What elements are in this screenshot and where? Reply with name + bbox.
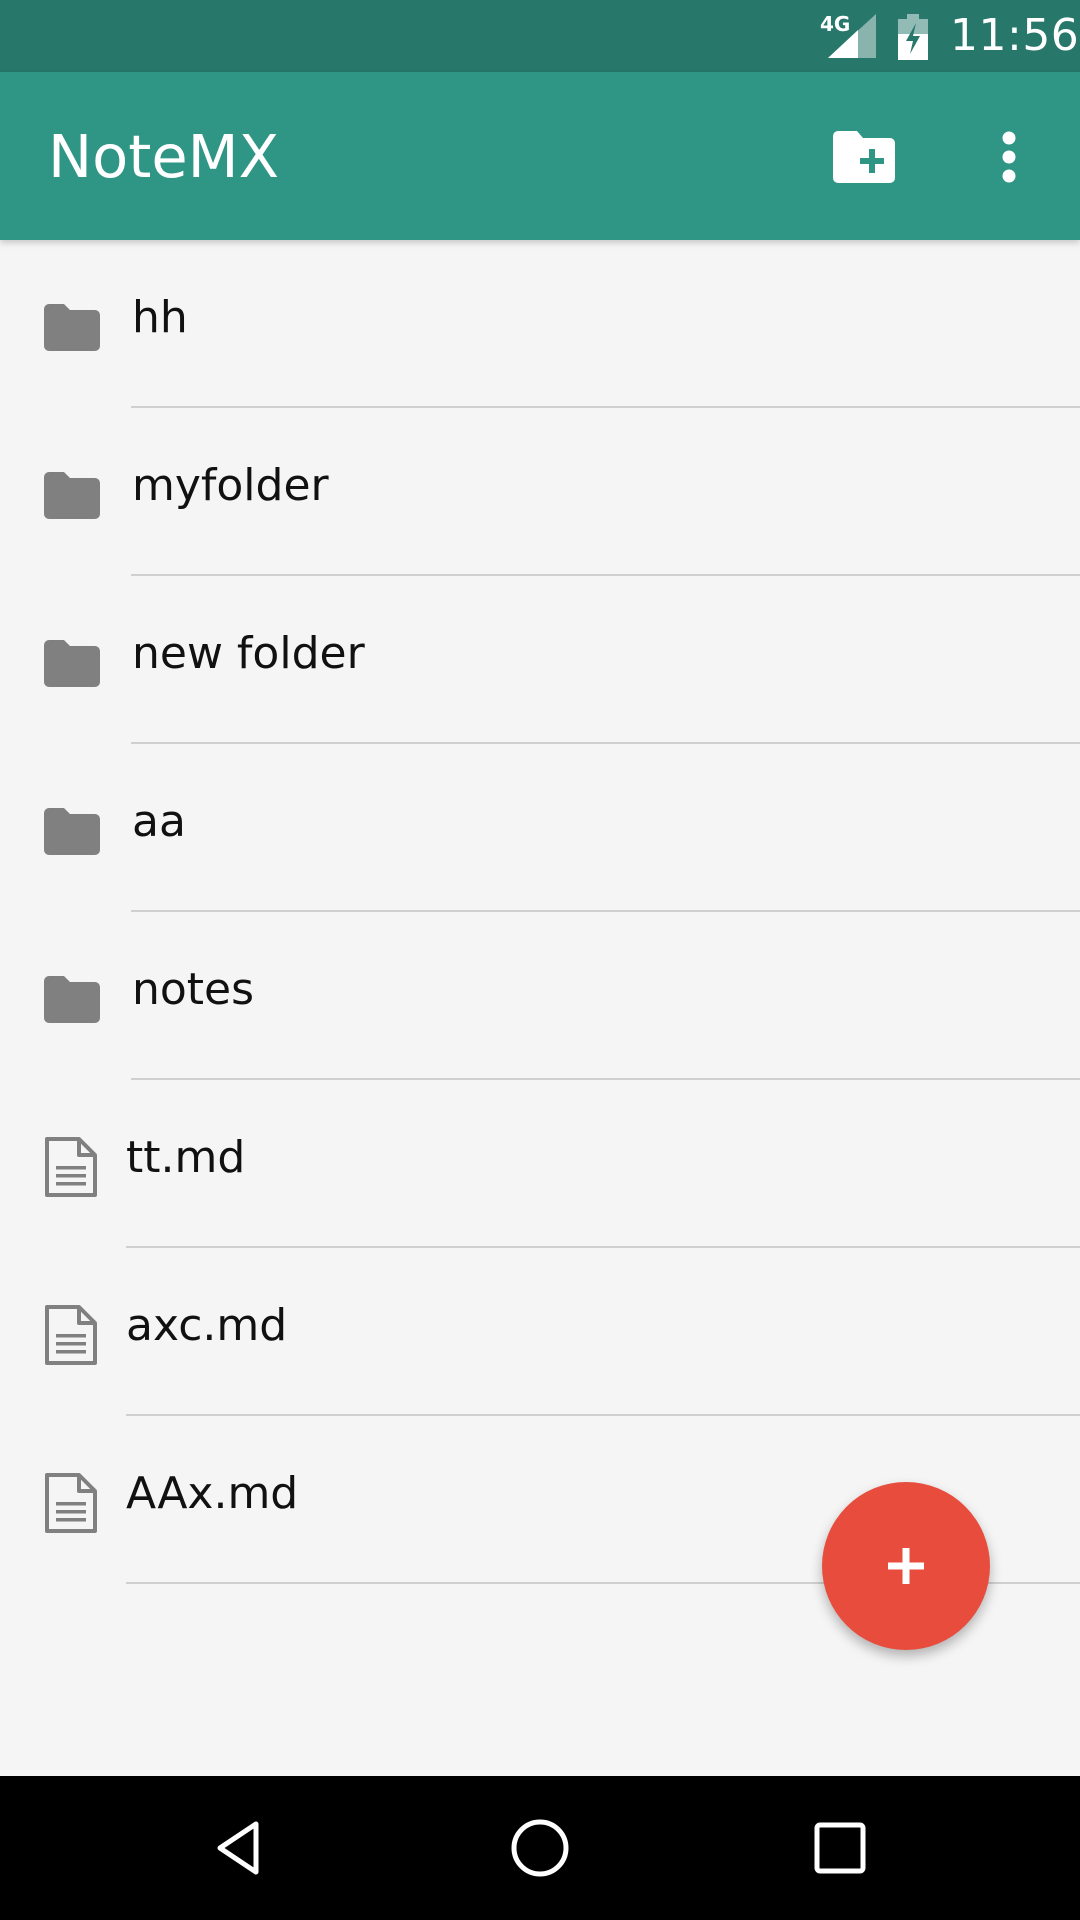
recents-square-icon (814, 1822, 866, 1874)
item-name: hh (132, 292, 188, 343)
more-options-button[interactable] (964, 112, 1054, 202)
home-button[interactable] (490, 1798, 590, 1898)
item-name: myfolder (132, 460, 329, 511)
signal-icon (828, 14, 876, 58)
item-name: new folder (132, 628, 365, 679)
navigation-bar (0, 1776, 1080, 1920)
plus-icon (888, 1548, 924, 1584)
folder-icon (44, 472, 100, 519)
app-bar: NoteMX (0, 72, 1080, 240)
list-item-folder[interactable]: hh (0, 240, 1080, 408)
more-vert-icon (1002, 131, 1016, 183)
item-name: aa (132, 796, 186, 847)
item-name: axc.md (126, 1300, 288, 1351)
folder-icon (44, 808, 100, 855)
back-triangle-icon (217, 1821, 259, 1875)
list-item-folder[interactable]: new folder (0, 576, 1080, 744)
list-item-folder[interactable]: aa (0, 744, 1080, 912)
item-name: tt.md (126, 1132, 246, 1183)
app-title: NoteMX (48, 122, 279, 191)
back-button[interactable] (190, 1798, 290, 1898)
folder-icon (44, 304, 100, 351)
clock: 11:56 (950, 10, 1080, 61)
document-icon (45, 1137, 97, 1197)
add-note-fab[interactable] (822, 1482, 990, 1650)
document-icon (45, 1473, 97, 1533)
home-circle-icon (511, 1819, 569, 1877)
create-folder-button[interactable] (819, 112, 909, 202)
screen: 4G 11:56 NoteMX hh myfolder new folder a… (0, 0, 1080, 1920)
file-list: hh myfolder new folder aa notes tt.md ax… (0, 240, 1080, 1584)
item-name: AAx.md (126, 1468, 299, 1519)
list-item-folder[interactable]: myfolder (0, 408, 1080, 576)
list-item-file[interactable]: axc.md (0, 1248, 1080, 1416)
recents-button[interactable] (790, 1798, 890, 1898)
document-icon (45, 1305, 97, 1365)
item-name: notes (132, 964, 255, 1015)
battery-charging-icon (898, 14, 928, 60)
folder-icon (44, 976, 100, 1023)
folder-icon (44, 640, 100, 687)
create-folder-icon (833, 131, 895, 183)
list-item-folder[interactable]: notes (0, 912, 1080, 1080)
status-bar: 4G 11:56 (0, 0, 1080, 72)
list-item-file[interactable]: tt.md (0, 1080, 1080, 1248)
